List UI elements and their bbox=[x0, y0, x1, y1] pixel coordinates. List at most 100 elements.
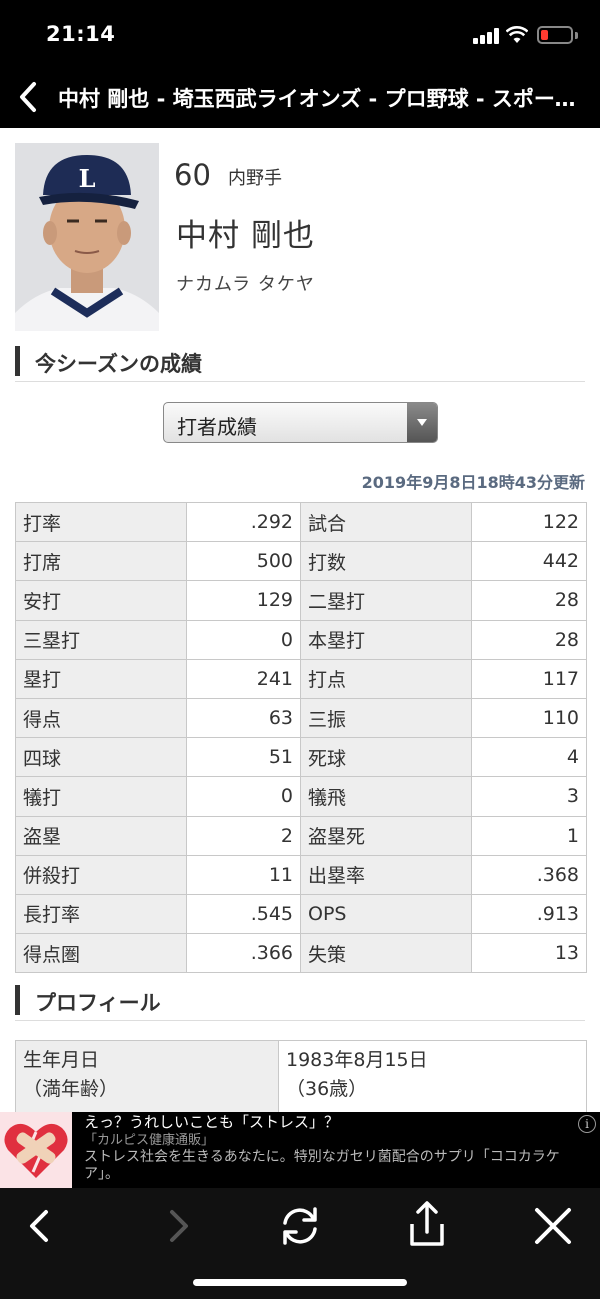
profile-title: プロフィール bbox=[35, 991, 161, 1015]
battery-icon bbox=[537, 26, 573, 44]
stat-label: 得点 bbox=[15, 697, 187, 739]
dropdown-arrow-icon bbox=[407, 403, 437, 442]
birth-value-cell: 1983年8月15日 （36歳） bbox=[278, 1040, 587, 1112]
stat-label: 併殺打 bbox=[15, 854, 187, 895]
ad-sponsor: 「カルピス健康通販」 bbox=[84, 1133, 215, 1148]
stat-label: 出塁率 bbox=[300, 854, 472, 895]
stat-label: 犠打 bbox=[15, 776, 187, 817]
stat-value: 122 bbox=[471, 501, 587, 543]
nav-header: 中村 剛也 - 埼玉西武ライオンズ - プロ野球 - スポーツナビ bbox=[0, 66, 600, 128]
stats-row: 打率 .292 試合 122 bbox=[15, 501, 587, 543]
age-value: （36歳） bbox=[286, 1078, 368, 1100]
stats-row: 併殺打 11 出塁率 .368 bbox=[15, 854, 587, 895]
stat-label: 犠飛 bbox=[300, 776, 472, 817]
svg-text:L: L bbox=[79, 164, 96, 193]
stat-value: 63 bbox=[186, 697, 301, 739]
stat-value: 110 bbox=[471, 697, 587, 739]
stat-label: 打点 bbox=[300, 658, 472, 699]
stat-value: .545 bbox=[186, 893, 301, 935]
stats-row: 得点圏 .366 失策 13 bbox=[15, 933, 587, 974]
ad-heart-image[interactable] bbox=[0, 1112, 72, 1188]
stat-type-select[interactable]: 打者成績 bbox=[163, 402, 438, 443]
stats-row: 盗塁 2 盗塁死 1 bbox=[15, 815, 587, 856]
back-arrow-icon[interactable] bbox=[8, 1198, 68, 1254]
stat-value: 500 bbox=[186, 541, 301, 582]
stat-value: 51 bbox=[186, 737, 301, 778]
page-content: L 60 内野手 中村 剛也 ナカムラ タケヤ 今シーズンの成績 打者成績 20… bbox=[0, 128, 600, 1112]
profile-heading: プロフィール bbox=[15, 983, 585, 1021]
age-label: （満年齢） bbox=[23, 1078, 119, 1100]
stat-label: 打率 bbox=[15, 501, 187, 543]
stat-label: 打数 bbox=[300, 541, 472, 582]
stats-row: 得点 63 三振 110 bbox=[15, 697, 587, 739]
player-position: 内野手 bbox=[228, 168, 282, 189]
player-photo: L bbox=[15, 143, 159, 331]
stat-type-selected: 打者成績 bbox=[177, 415, 257, 439]
stat-value: 2 bbox=[186, 815, 301, 856]
stat-value: 11 bbox=[186, 854, 301, 895]
season-stats-title: 今シーズンの成績 bbox=[35, 352, 202, 376]
stat-value: 13 bbox=[471, 933, 587, 974]
reload-icon[interactable] bbox=[270, 1198, 330, 1254]
stat-label: 長打率 bbox=[15, 893, 187, 935]
stat-label: 得点圏 bbox=[15, 933, 187, 974]
stats-row: 安打 129 二塁打 28 bbox=[15, 580, 587, 621]
stat-label: 死球 bbox=[300, 737, 472, 778]
stats-row: 四球 51 死球 4 bbox=[15, 737, 587, 778]
ad-description: ストレス社会を生きるあなたに。特別なガセリ菌配合のサプリ「ココカラケア」。 bbox=[84, 1149, 560, 1182]
stat-value: 28 bbox=[471, 580, 587, 621]
player-number: 60 bbox=[174, 158, 211, 192]
stat-label: 三塁打 bbox=[15, 619, 187, 660]
stat-value: 28 bbox=[471, 619, 587, 660]
forward-arrow-icon[interactable] bbox=[150, 1198, 210, 1254]
stat-label: 三振 bbox=[300, 697, 472, 739]
status-bar: 21:14 bbox=[0, 0, 600, 66]
batting-stats-table: 打率 .292 試合 122 打席 500 打数 442 安打 129 二塁打 28 三塁打 0 本塁打 28… bbox=[15, 501, 587, 974]
page-title: 中村 剛也 - 埼玉西武ライオンズ - プロ野球 - スポーツナビ bbox=[58, 87, 578, 111]
stat-value: 442 bbox=[471, 541, 587, 582]
updated-timestamp: 2019年9月8日18時43分更新 bbox=[361, 473, 585, 492]
stat-value: .368 bbox=[471, 854, 587, 895]
stat-value: 129 bbox=[186, 580, 301, 621]
home-indicator[interactable] bbox=[193, 1279, 407, 1286]
back-chevron-icon[interactable] bbox=[14, 80, 44, 114]
wifi-icon bbox=[506, 26, 528, 43]
stat-label: 二塁打 bbox=[300, 580, 472, 621]
stat-value: .913 bbox=[471, 893, 587, 935]
close-icon[interactable] bbox=[523, 1198, 583, 1254]
status-time: 21:14 bbox=[46, 22, 116, 46]
profile-row-birth: 生年月日 （満年齢） 1983年8月15日 （36歳） bbox=[15, 1040, 587, 1112]
stats-row: 長打率 .545 OPS .913 bbox=[15, 893, 587, 935]
birth-label: 生年月日 bbox=[23, 1049, 100, 1071]
stat-label: 試合 bbox=[300, 501, 472, 543]
player-name: 中村 剛也 bbox=[176, 218, 315, 254]
stat-label: 本塁打 bbox=[300, 619, 472, 660]
stat-label: 失策 bbox=[300, 933, 472, 974]
birth-label-cell: 生年月日 （満年齢） bbox=[15, 1040, 279, 1112]
stat-value: 1 bbox=[471, 815, 587, 856]
stat-value: 241 bbox=[186, 658, 301, 699]
stat-value: 4 bbox=[471, 737, 587, 778]
stat-value: .366 bbox=[186, 933, 301, 974]
stat-value: 0 bbox=[186, 776, 301, 817]
stat-value: 3 bbox=[471, 776, 587, 817]
stat-label: OPS bbox=[300, 893, 472, 935]
ad-banner[interactable]: えっ？うれしいことも「ストレス」？ 「カルピス健康通販」 ストレス社会を生きるあ… bbox=[0, 1112, 600, 1188]
stats-row: 打席 500 打数 442 bbox=[15, 541, 587, 582]
stat-label: 打席 bbox=[15, 541, 187, 582]
cellular-signal-icon bbox=[473, 28, 499, 44]
stat-value: 117 bbox=[471, 658, 587, 699]
ad-text-block[interactable]: えっ？うれしいことも「ストレス」？ 「カルピス健康通販」 ストレス社会を生きるあ… bbox=[84, 1113, 594, 1183]
stat-label: 四球 bbox=[15, 737, 187, 778]
share-icon[interactable] bbox=[397, 1198, 457, 1254]
stat-label: 安打 bbox=[15, 580, 187, 621]
stat-label: 盗塁 bbox=[15, 815, 187, 856]
player-kana: ナカムラ タケヤ bbox=[176, 274, 315, 295]
stats-row: 塁打 241 打点 117 bbox=[15, 658, 587, 699]
season-stats-heading: 今シーズンの成績 bbox=[15, 344, 585, 382]
ad-title[interactable]: えっ？うれしいことも「ストレス」？ bbox=[84, 1113, 594, 1132]
ad-info-icon[interactable]: i bbox=[578, 1115, 596, 1133]
profile-table: 生年月日 （満年齢） 1983年8月15日 （36歳） bbox=[15, 1040, 587, 1112]
stat-value: .292 bbox=[186, 501, 301, 543]
stats-row: 三塁打 0 本塁打 28 bbox=[15, 619, 587, 660]
